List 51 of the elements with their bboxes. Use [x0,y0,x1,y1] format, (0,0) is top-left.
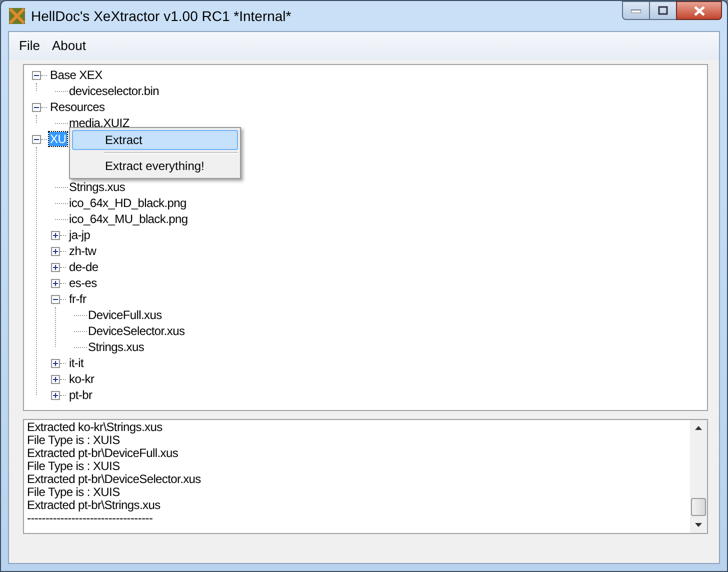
log-line: ---------------------------------- [27,512,153,525]
collapse-icon[interactable] [51,294,60,304]
log-line: Extracted pt-br\DeviceFull.xus [27,447,180,460]
tree-item[interactable]: ico_64x_MU_black.png [68,212,189,226]
scroll-thumb[interactable] [691,498,706,516]
menu-item[interactable]: About [48,36,90,56]
context-menu-item[interactable]: Extract everything! [72,156,238,176]
tree-item[interactable]: it-it [68,356,84,370]
menu-item[interactable]: File [15,36,44,56]
tree-item[interactable]: DeviceSelector.xus [87,324,186,338]
close-icon [694,6,704,16]
expand-icon[interactable] [51,246,60,256]
collapse-icon[interactable] [32,102,41,112]
tree-item[interactable]: deviceselector.bin [68,84,160,98]
app-icon [9,8,25,24]
tree-item[interactable]: fr-fr [68,292,88,306]
log-line: File Type is : XUIS [27,460,120,473]
maximize-icon [658,6,668,15]
collapse-icon[interactable] [32,134,41,144]
minimize-icon [631,8,641,12]
tree-item[interactable]: ja-jp [68,228,92,242]
log-line: Extracted pt-br\DeviceSelector.xus [27,473,202,486]
expand-icon[interactable] [51,230,60,240]
tree-item[interactable]: DeviceFull.xus [87,308,163,322]
close-button[interactable] [676,1,722,20]
expand-icon[interactable] [51,390,60,400]
tree-item[interactable]: pt-br [68,388,94,402]
log-line: File Type is : XUIS [27,434,120,447]
tree-item[interactable]: ico_64x_HD_black.png [68,196,188,210]
window-title: HellDoc's XeXtractor v1.00 RC1 *Internal* [31,6,292,26]
expand-icon[interactable] [51,374,60,384]
tree-item[interactable]: Base XEX [49,68,104,82]
tree-item[interactable]: Strings.xus [68,180,126,194]
tree-item[interactable]: ko-kr [68,372,96,386]
expand-icon[interactable] [51,358,60,368]
expand-icon[interactable] [51,262,60,272]
expand-icon[interactable] [51,278,60,288]
context-menu-item[interactable]: Extract [72,130,238,150]
log-line: Extracted ko-kr\Strings.xus [27,421,164,434]
minimize-button[interactable] [622,1,650,20]
tree-item[interactable]: es-es [68,276,98,290]
tree-item[interactable]: de-de [68,260,100,274]
tree-item[interactable]: Resources [49,100,106,114]
log-line: Extracted pt-br\Strings.xus [27,499,162,512]
maximize-button[interactable] [650,1,676,20]
tree-item[interactable]: Strings.xus [87,340,146,354]
log-line: File Type is : XUIS [27,486,120,499]
tree-item[interactable]: media.XUIZ [68,116,130,130]
tree-item[interactable]: zh-tw [68,244,98,258]
scrollbar[interactable] [690,420,707,533]
collapse-icon[interactable] [32,70,41,80]
